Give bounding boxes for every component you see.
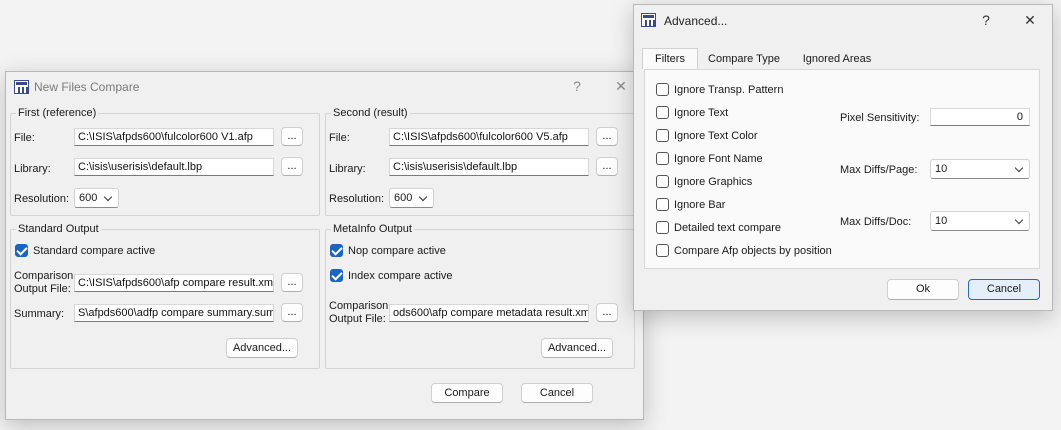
main-cancel-button[interactable]: Cancel xyxy=(521,383,593,403)
index-compare-label: Index compare active xyxy=(348,270,453,282)
filter-label: Ignore Bar xyxy=(674,199,726,211)
chevron-down-icon xyxy=(418,192,428,202)
second-file-input[interactable]: C:\ISIS\afpds600\fulcolor600 V5.afp xyxy=(389,128,589,146)
title-bar[interactable]: New Files Compare ? ✕ xyxy=(6,72,643,102)
first-library-input[interactable]: C:\isis\userisis\default.lbp xyxy=(74,158,274,176)
nop-compare-label: Nop compare active xyxy=(348,245,446,257)
filters-panel: Ignore Transp. Pattern Ignore Text Ignor… xyxy=(644,69,1040,269)
window-title: New Files Compare xyxy=(34,80,140,94)
advanced-dialog: Advanced... ? ✕ Filters Compare Type Ign… xyxy=(633,4,1053,311)
dialog-title: Advanced... xyxy=(664,14,728,28)
max-diffs-page-value: 10 xyxy=(935,163,948,175)
chevron-down-icon xyxy=(103,192,113,202)
close-button[interactable]: ✕ xyxy=(611,78,631,95)
standard-compare-checkbox[interactable] xyxy=(15,244,28,257)
filter-label: Ignore Text Color xyxy=(674,130,758,142)
filter-checkbox[interactable] xyxy=(656,152,669,165)
max-diffs-doc-select[interactable]: 10 xyxy=(930,211,1030,231)
first-resolution-value: 600 xyxy=(79,192,98,204)
first-library-label: Library: xyxy=(14,163,51,175)
first-reference-legend: First (reference) xyxy=(16,107,99,119)
second-library-input[interactable]: C:\isis\userisis\default.lbp xyxy=(389,158,589,176)
first-file-input[interactable]: C:\ISIS\afpds600\fulcolor600 V1.afp xyxy=(74,128,274,146)
filter-checkbox[interactable] xyxy=(656,244,669,257)
compare-button[interactable]: Compare xyxy=(431,383,503,403)
filter-label: Ignore Graphics xyxy=(674,176,753,188)
nop-compare-checkbox[interactable] xyxy=(330,244,343,257)
standard-advanced-button[interactable]: Advanced... xyxy=(226,338,298,358)
filter-checkbox[interactable] xyxy=(656,198,669,211)
filter-checkbox[interactable] xyxy=(656,129,669,142)
max-diffs-page-select[interactable]: 10 xyxy=(930,159,1030,179)
ok-button[interactable]: Ok xyxy=(887,279,959,300)
second-result-legend: Second (result) xyxy=(331,107,410,119)
filter-checkbox[interactable] xyxy=(656,175,669,188)
max-diffs-doc-label: Max Diffs/Doc: xyxy=(840,216,912,228)
chevron-down-icon xyxy=(1014,215,1024,225)
metainfo-comparison-browse-button[interactable]: ... xyxy=(596,303,618,322)
standard-output-legend: Standard Output xyxy=(16,223,101,235)
summary-label: Summary: xyxy=(14,308,65,320)
summary-browse-button[interactable]: ... xyxy=(281,303,303,322)
advanced-cancel-button[interactable]: Cancel xyxy=(968,279,1040,300)
pixel-sensitivity-input[interactable]: 0 xyxy=(930,108,1030,126)
help-button[interactable]: ? xyxy=(567,78,587,94)
close-button[interactable]: ✕ xyxy=(1020,12,1040,29)
filter-label: Detailed text compare xyxy=(674,222,781,234)
metainfo-advanced-button[interactable]: Advanced... xyxy=(541,338,613,358)
filter-label: Ignore Text xyxy=(674,107,729,119)
filter-checkbox[interactable] xyxy=(656,106,669,119)
title-bar[interactable]: Advanced... ? ✕ xyxy=(634,5,1052,35)
filter-label: Ignore Font Name xyxy=(674,153,763,165)
standard-comparison-label-line1: Comparison xyxy=(14,270,74,282)
help-button[interactable]: ? xyxy=(976,12,996,28)
new-files-compare-window: New Files Compare ? ✕ First (reference) … xyxy=(5,71,644,420)
metainfo-output-legend: MetaInfo Output xyxy=(331,223,414,235)
second-file-browse-button[interactable]: ... xyxy=(596,127,618,146)
first-library-browse-button[interactable]: ... xyxy=(281,157,303,176)
first-file-browse-button[interactable]: ... xyxy=(281,127,303,146)
metainfo-comparison-output-input[interactable]: ods600\afp compare metadata result.xml xyxy=(389,304,589,322)
index-compare-checkbox[interactable] xyxy=(330,269,343,282)
second-resolution-label: Resolution: xyxy=(329,193,385,205)
metainfo-comparison-label-line2: Output File: xyxy=(329,313,386,325)
chevron-down-icon xyxy=(1014,163,1024,173)
second-library-browse-button[interactable]: ... xyxy=(596,157,618,176)
filter-checkbox[interactable] xyxy=(656,83,669,96)
filter-label: Ignore Transp. Pattern xyxy=(674,84,784,96)
second-file-label: File: xyxy=(329,132,350,144)
standard-comparison-browse-button[interactable]: ... xyxy=(281,273,303,292)
max-diffs-page-label: Max Diffs/Page: xyxy=(840,164,918,176)
filter-checkbox[interactable] xyxy=(656,221,669,234)
standard-comparison-label-line2: Output File: xyxy=(14,283,71,295)
first-resolution-label: Resolution: xyxy=(14,193,70,205)
second-resolution-select[interactable]: 600 xyxy=(389,188,434,208)
tab-filters[interactable]: Filters xyxy=(642,48,698,69)
metainfo-comparison-label-line1: Comparison xyxy=(329,300,389,312)
tab-ignored-areas[interactable]: Ignored Areas xyxy=(792,49,882,70)
app-icon xyxy=(641,13,656,27)
summary-input[interactable]: S\afpds600\adfp compare summary.sum xyxy=(74,304,274,322)
filter-label: Compare Afp objects by position xyxy=(674,245,832,257)
standard-compare-label: Standard compare active xyxy=(33,245,156,257)
first-resolution-select[interactable]: 600 xyxy=(74,188,119,208)
second-library-label: Library: xyxy=(329,163,366,175)
tab-compare-type[interactable]: Compare Type xyxy=(700,49,788,70)
app-icon xyxy=(14,80,29,94)
pixel-sensitivity-label: Pixel Sensitivity: xyxy=(840,112,920,124)
second-resolution-value: 600 xyxy=(394,192,413,204)
first-file-label: File: xyxy=(14,132,35,144)
standard-comparison-output-input[interactable]: C:\ISIS\afpds600\afp compare result.xml xyxy=(74,274,274,292)
max-diffs-doc-value: 10 xyxy=(935,215,948,227)
